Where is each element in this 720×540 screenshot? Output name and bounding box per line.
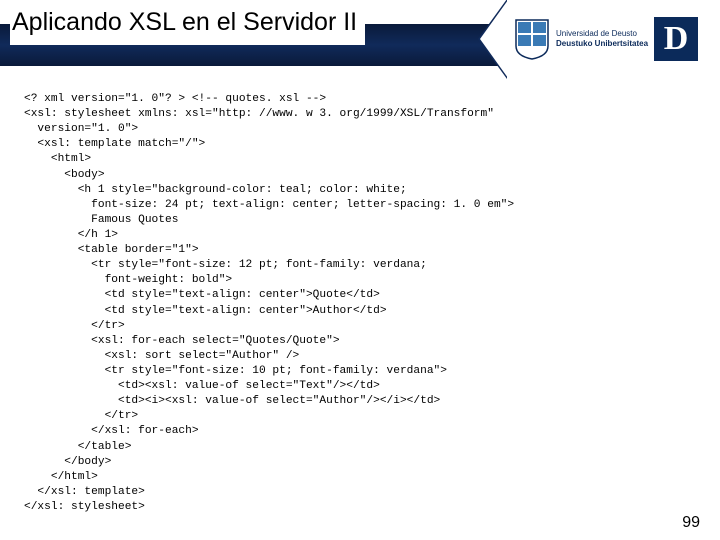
slide-header: Aplicando XSL en el Servidor II Universi… [0,0,720,78]
shield-icon [514,18,550,60]
code-listing: <? xml version="1. 0"? > <!-- quotes. xs… [0,78,720,515]
university-name: Universidad de Deusto Deustuko Unibertsi… [556,29,648,48]
university-logo: Universidad de Deusto Deustuko Unibertsi… [508,0,720,78]
slide-title: Aplicando XSL en el Servidor II [10,4,365,45]
page-number: 99 [682,514,700,532]
d-logo-icon: D [654,17,698,61]
